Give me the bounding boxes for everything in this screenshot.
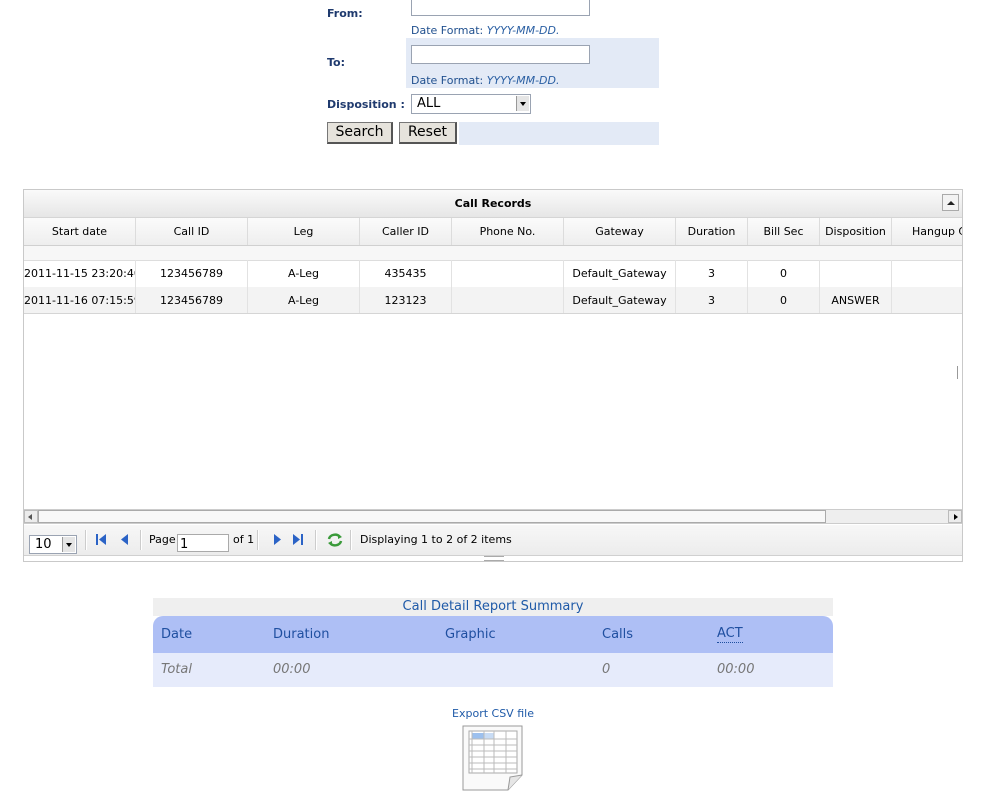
cell-phone-no [452, 287, 564, 314]
col-header-hangup-cause[interactable]: Hangup C... [892, 218, 962, 245]
summary-total-duration: 00:00 [273, 662, 311, 677]
search-button[interactable]: Search [327, 122, 393, 144]
cell-start-date: 2011-11-16 07:15:59 [24, 287, 136, 314]
from-date-input[interactable] [411, 0, 590, 16]
cell-duration: 3 [676, 287, 748, 314]
col-header-phone-no[interactable]: Phone No. [452, 218, 564, 245]
cell-start-date: 2011-11-15 23:20:40 [24, 260, 136, 287]
summary-col-date: Date [161, 627, 193, 642]
to-label: To: [327, 56, 345, 69]
cell-caller-id: 435435 [360, 260, 452, 287]
pager-separator [315, 530, 317, 550]
from-date-hint: Date Format: YYYY-MM-DD. [411, 24, 560, 37]
collapse-toggle-icon[interactable] [942, 194, 959, 211]
cell-disposition [820, 260, 892, 287]
to-date-hint: Date Format: YYYY-MM-DD. [411, 74, 560, 87]
scroll-left-icon[interactable] [24, 510, 38, 523]
summary-title: Call Detail Report Summary [153, 598, 833, 616]
col-header-disposition[interactable]: Disposition [820, 218, 892, 245]
summary-header: Date Duration Graphic Calls ACT [153, 616, 833, 653]
pager-separator [85, 530, 87, 550]
button-row-band [459, 122, 659, 145]
page-size-value: 10 [35, 537, 52, 552]
grid-header: Start date Call ID Leg Caller ID Phone N… [24, 218, 962, 246]
col-header-bill-sec[interactable]: Bill Sec [748, 218, 820, 245]
pager-separator [350, 530, 352, 550]
reset-button[interactable]: Reset [399, 122, 457, 144]
grid-title: Call Records [24, 190, 962, 218]
scroll-right-icon[interactable] [948, 510, 962, 523]
from-hint-prefix: Date Format: [411, 24, 484, 37]
cell-caller-id: 123123 [360, 287, 452, 314]
pager-separator [257, 530, 259, 550]
last-page-icon[interactable] [291, 533, 305, 546]
col-header-duration[interactable]: Duration [676, 218, 748, 245]
refresh-icon[interactable] [326, 532, 344, 548]
col-header-start-date[interactable]: Start date [24, 218, 136, 245]
cell-bill-sec: 0 [748, 260, 820, 287]
from-label: From: [327, 7, 363, 20]
summary-col-duration: Duration [273, 627, 330, 642]
pager-separator [140, 530, 142, 550]
cell-call-id: 123456789 [136, 260, 248, 287]
scrollbar-thumb[interactable] [38, 510, 826, 523]
col-header-caller-id[interactable]: Caller ID [360, 218, 452, 245]
table-row[interactable]: 2011-11-16 07:15:59 123456789 A-Leg 1231… [24, 287, 962, 314]
grid-body-divider [24, 313, 962, 314]
summary-col-act: ACT [717, 626, 743, 643]
cell-duration: 3 [676, 260, 748, 287]
page-size-select[interactable]: 10 [29, 535, 77, 554]
chevron-down-icon[interactable] [516, 96, 529, 111]
from-hint-format: YYYY-MM-DD. [486, 24, 560, 37]
summary-total-calls: 0 [602, 662, 611, 677]
disposition-label: Disposition : [327, 98, 405, 111]
disposition-selected-value: ALL [417, 96, 441, 111]
grid-header-spacer [24, 246, 962, 261]
pager-display-text: Displaying 1 to 2 of 2 items [360, 533, 512, 546]
cell-call-id: 123456789 [136, 287, 248, 314]
summary-col-graphic: Graphic [445, 627, 496, 642]
cell-disposition: ANSWER [820, 287, 892, 314]
summary-total-act: 00:00 [717, 662, 755, 677]
next-page-icon[interactable] [270, 533, 284, 546]
call-records-grid: Call Records Start date Call ID Leg Call… [23, 189, 963, 562]
cell-phone-no [452, 260, 564, 287]
col-header-call-id[interactable]: Call ID [136, 218, 248, 245]
chevron-down-icon[interactable] [62, 537, 75, 552]
summary-col-calls: Calls [602, 627, 634, 642]
disposition-select[interactable]: ALL [411, 94, 531, 114]
cell-leg: A-Leg [248, 260, 360, 287]
column-resize-grip-icon[interactable] [957, 366, 962, 379]
grid-resize-handle[interactable] [484, 556, 504, 561]
page-of-label: of 1 [233, 533, 255, 546]
horizontal-scrollbar[interactable] [24, 509, 962, 524]
page-number-input[interactable]: 1 [177, 534, 229, 552]
to-hint-format: YYYY-MM-DD. [486, 74, 560, 87]
col-header-gateway[interactable]: Gateway [564, 218, 676, 245]
col-header-leg[interactable]: Leg [248, 218, 360, 245]
grid-pager: 10 Page 1 of 1 Displaying 1 to 2 of 2 it… [24, 525, 962, 556]
export-csv-link[interactable]: Export CSV file [443, 707, 543, 720]
cell-gateway: Default_Gateway [564, 287, 676, 314]
cell-leg: A-Leg [248, 287, 360, 314]
cell-gateway: Default_Gateway [564, 260, 676, 287]
first-page-icon[interactable] [94, 533, 108, 546]
to-hint-prefix: Date Format: [411, 74, 484, 87]
prev-page-icon[interactable] [118, 533, 132, 546]
cell-bill-sec: 0 [748, 287, 820, 314]
to-date-input[interactable] [411, 45, 590, 64]
cell-hangup-cause [892, 260, 962, 287]
table-row[interactable]: 2011-11-15 23:20:40 123456789 A-Leg 4354… [24, 260, 962, 287]
summary-total-row: Total 00:00 0 00:00 [153, 653, 833, 687]
spreadsheet-icon[interactable] [462, 725, 524, 791]
summary-total-label: Total [161, 662, 192, 677]
page-label: Page [149, 533, 176, 546]
cell-hangup-cause [892, 287, 962, 314]
